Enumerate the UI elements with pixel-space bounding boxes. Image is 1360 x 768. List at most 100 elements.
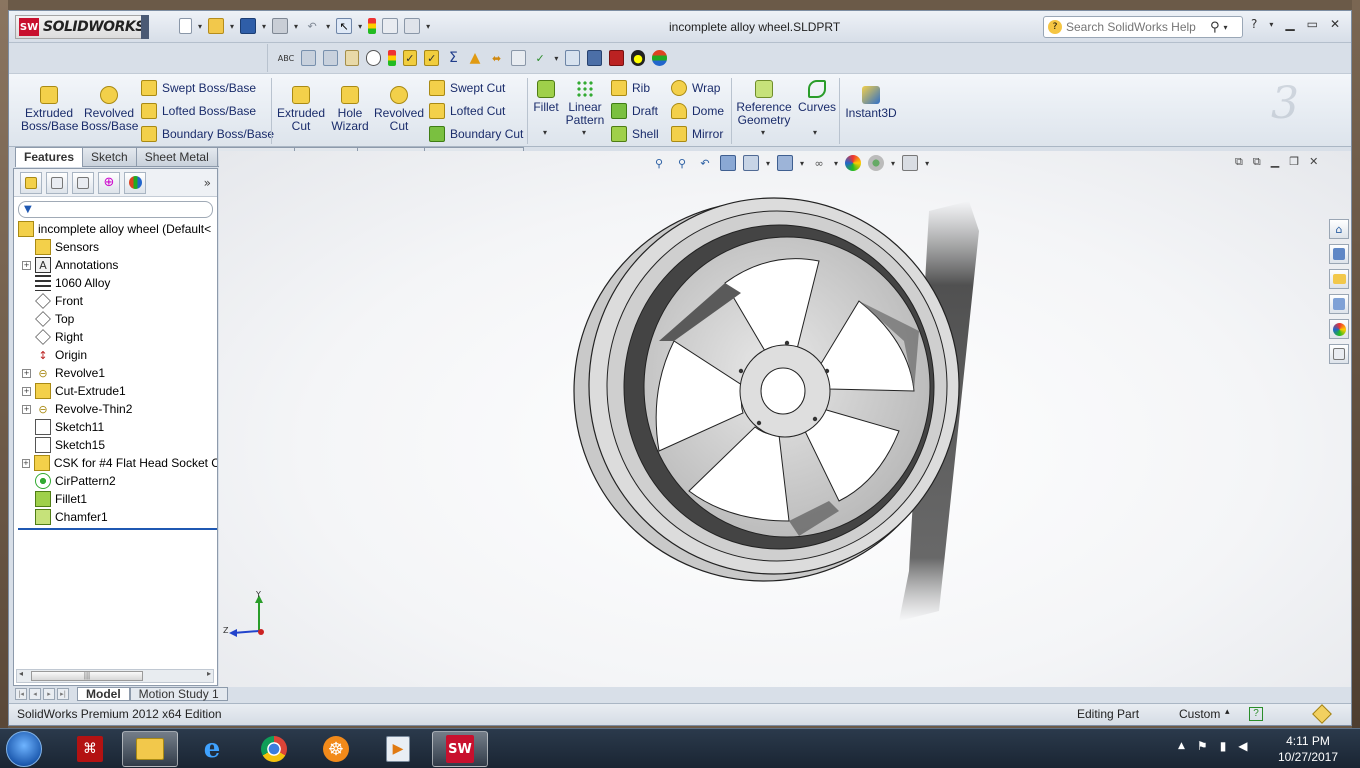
minimize-button[interactable]: ▁ (1285, 17, 1294, 31)
curves-button[interactable]: Curves (795, 80, 839, 114)
taskbar-explorer[interactable] (122, 731, 178, 767)
tab-sketch[interactable]: Sketch (83, 147, 137, 167)
options-icon[interactable] (404, 18, 421, 34)
costing-icon[interactable] (609, 50, 624, 66)
display-style-icon[interactable] (777, 155, 794, 171)
design-library-tab[interactable] (1329, 244, 1349, 264)
draft-button[interactable]: Draft (611, 103, 658, 119)
zoom-to-area-icon[interactable]: ⚲ (674, 155, 690, 171)
chevron-down-icon[interactable]: ▾ (1224, 23, 1228, 32)
help-icon[interactable]: ? (1251, 17, 1257, 31)
hole-wizard-button[interactable]: Hole Wizard (327, 86, 373, 133)
chevron-down-icon[interactable]: ▾ (834, 159, 838, 168)
tab-model[interactable]: Model (77, 687, 130, 701)
tree-item[interactable]: Sensors (18, 238, 217, 256)
measure-icon[interactable] (301, 50, 316, 66)
display-manager-tab[interactable] (124, 171, 146, 194)
taskbar-chrome[interactable] (246, 731, 302, 767)
viewport-close-button[interactable]: ✕ (1309, 155, 1318, 169)
tab-features[interactable]: Features (15, 147, 84, 167)
property-manager-tab[interactable] (46, 171, 68, 194)
shell-button[interactable]: Shell (611, 126, 659, 142)
simulation-icon[interactable] (587, 50, 602, 66)
last-tab-icon[interactable]: ▸| (57, 688, 69, 700)
tab-motion-study[interactable]: Motion Study 1 (129, 687, 228, 701)
next-tab-icon[interactable]: ▸ (43, 688, 55, 700)
expand-icon[interactable]: + (22, 260, 31, 270)
swept-cut-button[interactable]: Swept Cut (429, 80, 505, 96)
tree-item[interactable]: CirPattern2 (18, 472, 217, 490)
chevron-down-icon[interactable]: ▾ (294, 22, 298, 31)
rebuild-icon[interactable] (368, 18, 377, 34)
lofted-cut-button[interactable]: Lofted Cut (429, 103, 505, 119)
sustainability-icon[interactable]: ● (630, 50, 646, 66)
search-icon[interactable]: ⚲ (1210, 20, 1220, 35)
sigma-icon[interactable]: Σ (446, 50, 461, 66)
tree-item[interactable]: Sketch11 (18, 418, 217, 436)
hide-show-items-icon[interactable]: ∞ (811, 155, 827, 171)
check-entity-icon[interactable]: ✓ (424, 50, 440, 66)
view-palette-tab[interactable] (1329, 294, 1349, 314)
expand-icon[interactable]: + (22, 404, 31, 414)
expand-icon[interactable]: + (22, 386, 31, 396)
boundary-cut-button[interactable]: Boundary Cut (429, 126, 523, 142)
expand-icon[interactable]: + (22, 368, 31, 378)
menu-flyout-arrow[interactable] (141, 15, 149, 39)
boundary-boss-button[interactable]: Boundary Boss/Base (141, 126, 274, 142)
viewport-minimize-button[interactable]: ▁ (1271, 155, 1279, 169)
tree-item[interactable]: Right (18, 328, 217, 346)
toolbox-icon[interactable] (652, 50, 668, 66)
feature-manager-tab[interactable] (20, 171, 42, 194)
viewport-split-icon[interactable]: ⧉ (1235, 155, 1243, 169)
spell-check-icon[interactable]: ABC (278, 50, 294, 66)
fillet-button[interactable]: Fillet (529, 80, 563, 114)
expand-icon[interactable]: + (22, 458, 30, 468)
rib-button[interactable]: Rib (611, 80, 650, 96)
deviation-analysis-icon[interactable]: ✓ (533, 50, 548, 66)
horizontal-scrollbar[interactable]: ◂ ||| ▸ (16, 669, 214, 683)
chevron-down-icon[interactable]: ▾ (1269, 20, 1273, 29)
tree-item[interactable]: + Cut-Extrude1 (18, 382, 217, 400)
wrap-button[interactable]: Wrap (671, 80, 720, 96)
performance-icon[interactable] (366, 50, 382, 66)
chevron-down-icon[interactable]: ▾ (198, 22, 202, 31)
custom-properties-tab[interactable] (1329, 344, 1349, 364)
taskbar-clock[interactable]: 4:11 PM 10/27/2017 (1272, 733, 1344, 765)
chevron-down-icon[interactable]: ▾ (891, 159, 895, 168)
chevron-down-icon[interactable]: ▾ (358, 22, 362, 31)
start-button[interactable] (6, 731, 42, 767)
configuration-manager-tab[interactable] (72, 171, 94, 194)
chevron-down-icon[interactable]: ▾ (761, 128, 765, 137)
extruded-cut-button[interactable]: Extruded Cut (275, 86, 327, 133)
status-help-icon[interactable]: ? (1249, 707, 1263, 721)
symmetry-check-icon[interactable]: ⬌ (489, 50, 504, 66)
tree-item[interactable]: + ⊖ Revolve1 (18, 364, 217, 382)
apply-scene-icon[interactable] (868, 155, 885, 171)
taskbar-solidworks[interactable]: SW (432, 731, 488, 767)
scroll-left-icon[interactable]: ◂ (19, 669, 23, 678)
chevron-down-icon[interactable]: ▾ (813, 128, 817, 137)
draft-analysis-icon[interactable]: ▲ (468, 50, 483, 66)
scroll-thumb[interactable]: ||| (31, 671, 143, 681)
check-icon[interactable]: ✓ (402, 50, 418, 66)
zoom-to-fit-icon[interactable]: ⚲ (651, 155, 667, 171)
chevron-down-icon[interactable]: ▾ (766, 159, 770, 168)
tray-expand-icon[interactable]: ▲ (1178, 741, 1185, 751)
graphics-area[interactable]: ⚲ ⚲ ↶ ▾ ▾ ∞ ▾ ▾ ▾ ⧉ ⧉ ▁ ❐ ✕ ⌂ Y Z (219, 151, 1351, 687)
section-view-icon[interactable] (720, 155, 736, 171)
chevron-down-icon[interactable]: ▾ (582, 128, 586, 137)
close-button[interactable]: ✕ (1330, 17, 1340, 31)
tree-item[interactable]: Chamfer1 (18, 508, 217, 526)
taskbar-app[interactable]: ☸ (308, 731, 364, 767)
tree-item[interactable]: Sketch15 (18, 436, 217, 454)
taskbar-acrobat[interactable]: ⌘ (62, 731, 118, 767)
print-icon[interactable] (272, 18, 289, 34)
edit-appearance-icon[interactable] (845, 155, 862, 171)
solidworks-menu-button[interactable]: SW SOLIDWORKS (15, 15, 149, 39)
viewport-restore-button[interactable]: ❐ (1289, 155, 1299, 169)
linear-pattern-button[interactable]: Linear Pattern (565, 80, 605, 127)
tree-root[interactable]: incomplete alloy wheel (Default< (18, 220, 217, 238)
tree-item[interactable]: + A Annotations (18, 256, 217, 274)
file-properties-icon[interactable] (382, 18, 399, 34)
section-properties-icon[interactable] (344, 50, 360, 66)
